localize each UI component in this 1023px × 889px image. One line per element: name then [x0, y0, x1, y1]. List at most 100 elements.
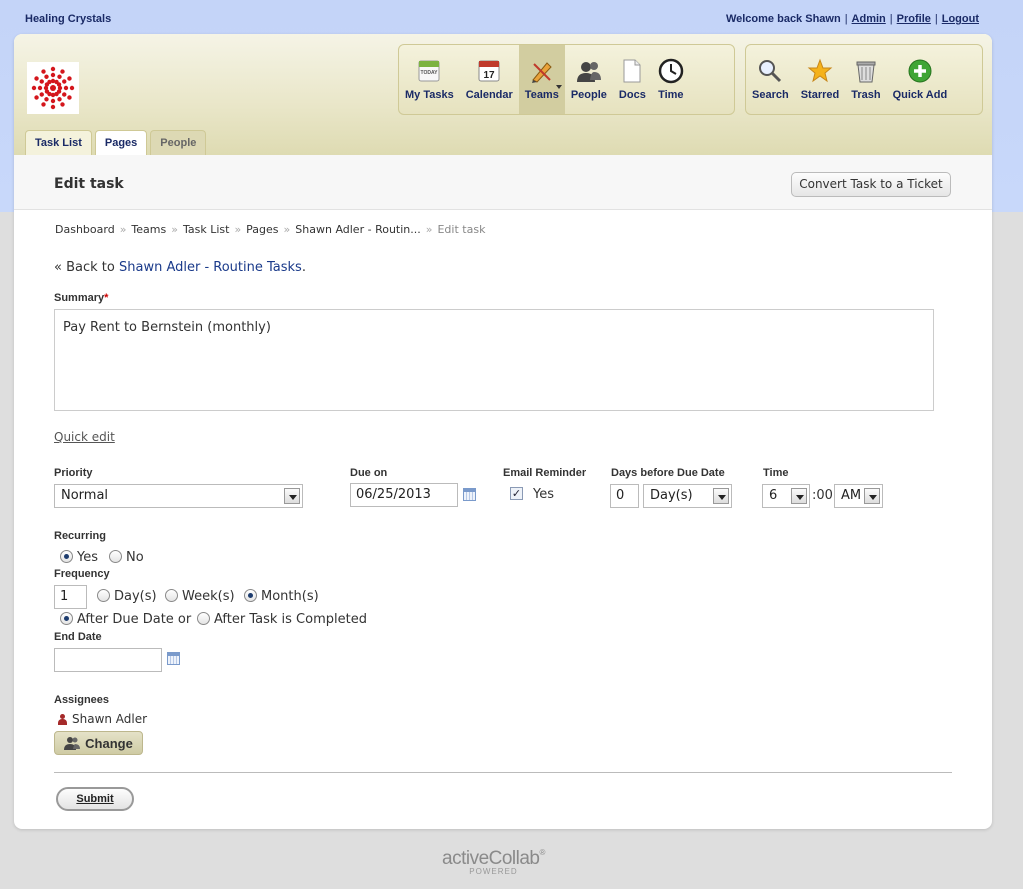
time-label: Time [763, 467, 789, 479]
logout-link[interactable]: Logout [942, 13, 979, 25]
frequency-days-text: Day(s) [114, 589, 157, 604]
recurring-no-radio[interactable] [109, 550, 122, 563]
chevron-down-icon [284, 488, 300, 504]
toolbar-calendar[interactable]: 17 Calendar [460, 45, 519, 114]
profile-link[interactable]: Profile [897, 13, 931, 25]
today-label: TODAY [421, 70, 439, 76]
after-due-date-text: After Due Date or [77, 612, 192, 627]
plus-icon [907, 58, 933, 84]
end-date-input[interactable] [54, 648, 162, 672]
toolbar-label: My Tasks [405, 89, 454, 101]
footer-registered: ® [539, 848, 546, 857]
email-reminder-label: Email Reminder [503, 467, 587, 479]
toolbar-people[interactable]: People [565, 45, 613, 114]
chevron-down-icon [791, 488, 807, 504]
chevron-down-icon[interactable] [555, 85, 562, 89]
back-prefix: « Back to [54, 260, 115, 275]
required-marker: * [104, 292, 109, 304]
admin-link[interactable]: Admin [852, 13, 886, 25]
breadcrumb-task-list[interactable]: Task List [183, 223, 229, 236]
toolbar-starred[interactable]: Starred [795, 45, 846, 114]
tab-pages[interactable]: Pages [94, 130, 148, 156]
footer-logo-text: activeCollab [442, 848, 540, 869]
toolbar-teams[interactable]: Teams [518, 45, 565, 114]
welcome-bar: Welcome back Shawn | Admin | Profile | Logout [725, 13, 979, 25]
breadcrumb-dashboard[interactable]: Dashboard [55, 223, 115, 236]
due-date-input[interactable]: 06/25/2013 [350, 483, 458, 507]
frequency-days-radio[interactable] [97, 589, 110, 602]
breadcrumb-teams[interactable]: Teams [131, 223, 166, 236]
calendar-day: 17 [484, 70, 496, 81]
toolbar-time[interactable]: Time [652, 45, 690, 114]
title-bar: Edit task Convert Task to a Ticket [14, 155, 992, 210]
email-reminder-yes: Yes [533, 487, 554, 502]
priority-value: Normal [61, 488, 109, 503]
chevron-down-icon [864, 488, 880, 504]
convert-to-ticket-button[interactable]: Convert Task to a Ticket [791, 172, 951, 197]
submit-button[interactable]: Submit [56, 787, 134, 811]
recurring-yes-text: Yes [77, 550, 98, 565]
time-ampm-select[interactable]: AM [834, 484, 883, 508]
frequency-months-text: Month(s) [261, 589, 319, 604]
summary-label: Summary* [54, 292, 109, 304]
calendar-picker-icon[interactable] [167, 652, 180, 665]
people-icon [64, 737, 81, 750]
top-bar: Healing Crystals Welcome back Shawn | Admi… [0, 0, 1023, 36]
assignees-label: Assignees [54, 694, 110, 706]
toolbar-my-tasks[interactable]: TODAY My Tasks [399, 45, 460, 114]
toolbar-label: Time [658, 89, 684, 101]
toolbar-quick-add[interactable]: Quick Add [887, 45, 954, 114]
frequency-months-radio[interactable] [244, 589, 257, 602]
toolbar-search[interactable]: Search [746, 45, 795, 114]
welcome-text: Welcome back Shawn [725, 13, 841, 25]
toolbar-label: Search [752, 89, 789, 101]
toolbar-label: Teams [524, 89, 559, 101]
toolbar-label: Trash [851, 89, 881, 101]
back-link[interactable]: Shawn Adler - Routine Tasks [119, 260, 302, 275]
back-link-row: « Back to Shawn Adler - Routine Tasks. [54, 260, 306, 275]
toolbar-label: Quick Add [892, 89, 948, 101]
clock-icon [658, 58, 684, 84]
email-reminder-checkbox[interactable]: ✓ [510, 487, 523, 500]
time-hour-select[interactable]: 6 [762, 484, 810, 508]
header: TODAY My Tasks 17 Calendar Teams People … [14, 34, 992, 156]
company-logo[interactable] [27, 62, 79, 114]
brand-name[interactable]: Healing Crystals [25, 13, 111, 25]
days-before-input[interactable]: 0 [610, 484, 639, 508]
frequency-weeks-text: Week(s) [182, 589, 235, 604]
page-title: Edit task [54, 176, 124, 192]
toolbar-trash[interactable]: Trash [845, 45, 886, 114]
time-ampm-value: AM [841, 488, 862, 503]
search-icon [757, 58, 783, 84]
change-assignees-button[interactable]: Change [54, 731, 143, 755]
tab-task-list[interactable]: Task List [25, 130, 92, 155]
breadcrumb-current: Edit task [437, 223, 486, 236]
calendar-picker-icon[interactable] [463, 488, 476, 501]
trash-icon [853, 58, 879, 84]
time-hour-value: 6 [769, 488, 778, 503]
breadcrumb: Dashboard» Teams» Task List» Pages» Shawn Ad… [55, 223, 486, 236]
breadcrumb-pages[interactable]: Pages [246, 223, 278, 236]
frequency-weeks-radio[interactable] [165, 589, 178, 602]
assignee-name: Shawn Adler [72, 712, 148, 726]
summary-field[interactable]: Pay Rent to Bernstein (monthly) [54, 309, 934, 411]
priority-label: Priority [54, 467, 93, 479]
quick-edit-link[interactable]: Quick edit [54, 430, 115, 444]
recurring-no-text: No [126, 550, 144, 565]
breadcrumb-routine-tasks[interactable]: Shawn Adler - Routin... [295, 223, 420, 236]
tab-people[interactable]: People [150, 130, 207, 155]
assignee-item: Shawn Adler [57, 712, 147, 726]
after-due-date-radio[interactable] [60, 612, 73, 625]
days-unit-select[interactable]: Day(s) [643, 484, 732, 508]
toolbar-docs[interactable]: Docs [613, 45, 652, 114]
back-suffix: . [301, 260, 306, 275]
after-completed-radio[interactable] [197, 612, 210, 625]
calendar-icon: 17 [476, 58, 502, 84]
frequency-input[interactable]: 1 [54, 585, 87, 609]
teams-icon [529, 58, 555, 84]
activecollab-logo[interactable]: activeCollab® POWERED [442, 848, 545, 876]
priority-select[interactable]: Normal [54, 484, 303, 508]
end-date-label: End Date [54, 631, 102, 643]
recurring-label: Recurring [54, 530, 106, 542]
recurring-yes-radio[interactable] [60, 550, 73, 563]
